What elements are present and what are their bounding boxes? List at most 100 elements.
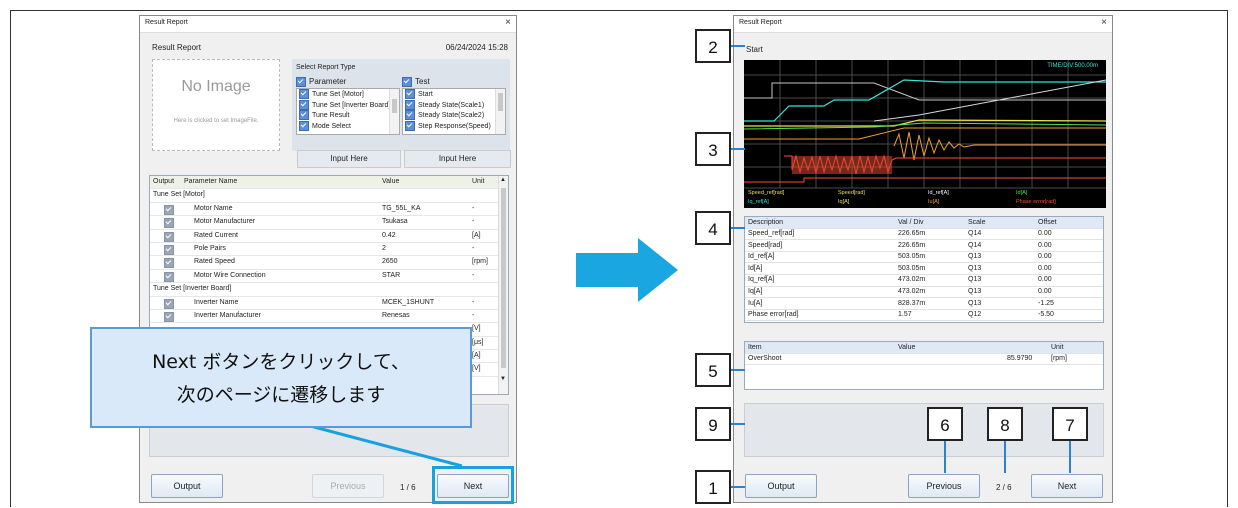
table-row[interactable]: Motor Wire Connection STAR - (150, 270, 508, 284)
table-row[interactable]: Rated Current 0.42 [A] (150, 230, 508, 243)
desc-cell: Speed_ref[rad] (748, 230, 795, 238)
input-here-field-2[interactable]: Input Here (404, 150, 511, 168)
table-row[interactable]: Phase error[rad] 1.57 Q12 -5.50 (745, 310, 1103, 322)
list-item[interactable]: Tune Set [Inverter Board] (297, 99, 399, 111)
test-master-checkbox[interactable]: Test (402, 77, 430, 87)
param-unit: [A] (472, 352, 481, 360)
callout-leader-8 (1004, 441, 1006, 473)
input-here-field-1[interactable]: Input Here (297, 150, 401, 168)
test-label: Test (415, 77, 430, 87)
comment-area[interactable] (744, 403, 1104, 457)
list-item[interactable]: Steady State(Scale2) (403, 110, 505, 121)
callout-number-7: 7 (1052, 407, 1088, 441)
close-icon[interactable]: × (1101, 17, 1107, 28)
scroll-down-icon[interactable]: ▼ (500, 376, 506, 382)
table-row[interactable]: Pole Pairs 2 - (150, 243, 508, 257)
parameter-type-list[interactable]: Tune Set [Motor] Tune Set [Inverter Boar… (296, 88, 400, 135)
previous-button[interactable]: Previous (312, 474, 384, 498)
list-item[interactable]: Start (403, 89, 505, 100)
report-header-label: Result Report (152, 43, 201, 52)
column-header[interactable]: Offset (1038, 219, 1057, 226)
callout-leader-2 (731, 45, 745, 47)
table-row[interactable]: Rated Speed 2650 [rpm] (150, 256, 508, 270)
callout-leader-4 (731, 227, 745, 229)
column-header[interactable]: Parameter Name (184, 178, 237, 185)
table-row[interactable]: Speed[rad] 226.65m Q14 0.00 (745, 240, 1103, 252)
table-scrollbar[interactable]: ▲ ▼ (498, 176, 508, 394)
table-row[interactable]: Id_ref[A] 503.05m Q13 0.00 (745, 252, 1103, 264)
scale-cell: Q13 (968, 253, 982, 261)
column-header[interactable]: Unit (1051, 344, 1063, 351)
table-header: Description Val / Div Scale Offset (745, 217, 1103, 229)
table-group-row: Tune Set [Motor] (150, 189, 508, 203)
close-icon[interactable]: × (505, 17, 511, 28)
val-div-cell: 828.37m (898, 299, 926, 307)
column-header[interactable]: Unit (472, 178, 484, 185)
table-header: Item Value Unit (745, 342, 1103, 354)
offset-cell: 0.00 (1038, 264, 1052, 272)
table-row[interactable]: Inverter Manufacturer Renesas - (150, 310, 508, 324)
output-checkbox[interactable] (164, 271, 174, 282)
output-checkbox[interactable] (164, 218, 174, 229)
column-header[interactable]: Item (748, 344, 762, 351)
param-value: TG_55L_KA (382, 204, 421, 212)
output-button[interactable]: Output (151, 474, 223, 498)
column-header[interactable]: Scale (968, 219, 986, 226)
callout-number-8: 8 (987, 407, 1023, 441)
list-item[interactable]: Tune Set [Motor] (297, 89, 399, 100)
table-row[interactable]: OverShoot 85.9790 [rpm] (745, 354, 1103, 366)
table-row[interactable]: Iu[A] 828.37m Q13 -1.25 (745, 298, 1103, 310)
callout-text-line1: Next ボタンをクリックして、 (152, 351, 410, 373)
table-row[interactable]: Speed_ref[rad] 226.65m Q14 0.00 (745, 229, 1103, 241)
output-checkbox[interactable] (164, 231, 174, 242)
table-row[interactable]: Id[A] 503.05m Q13 0.00 (745, 263, 1103, 275)
legend-id: Id[A] (1016, 190, 1028, 196)
scale-cell: Q14 (968, 241, 982, 249)
group-label: Tune Set [Inverter Board] (153, 285, 232, 293)
scope-waveform: TIME/DIV:500.00m Speed_ref[rad] Speed[ra… (744, 60, 1106, 208)
desc-cell: Iq[A] (748, 288, 763, 296)
scroll-up-icon[interactable]: ▲ (500, 177, 506, 183)
parameter-master-checkbox[interactable]: Parameter (296, 77, 346, 87)
column-header[interactable]: Value (382, 178, 399, 185)
checkbox-icon (405, 99, 415, 110)
table-row[interactable]: Iq_ref[A] 473.02m Q13 0.00 (745, 275, 1103, 287)
scrollbar[interactable] (495, 89, 505, 134)
next-button[interactable]: Next (1031, 474, 1103, 498)
value-cell: 85.9790 (1007, 355, 1033, 363)
callout-number-5: 5 (695, 353, 731, 387)
list-item[interactable]: Mode Select (297, 120, 399, 132)
parameter-label: Parameter (309, 77, 347, 87)
image-placeholder[interactable]: No Image Here is clicked to set ImageFil… (152, 59, 280, 151)
output-button[interactable]: Output (745, 474, 817, 498)
offset-cell: -1.25 (1038, 299, 1054, 307)
test-type-list[interactable]: Start Steady State(Scale1) Steady State(… (402, 88, 506, 135)
output-checkbox[interactable] (164, 204, 174, 215)
output-checkbox[interactable] (164, 244, 174, 255)
offset-cell: 0.00 (1038, 288, 1052, 296)
column-header[interactable]: Output (153, 178, 174, 185)
output-checkbox[interactable] (164, 311, 174, 322)
column-header[interactable]: Val / Div (898, 219, 924, 226)
table-row[interactable]: Inverter Name MCEK_1SHUNT - (150, 297, 508, 310)
column-header[interactable]: Value (898, 344, 915, 351)
scrollbar-thumb[interactable] (501, 188, 506, 368)
param-name: Motor Manufacturer (194, 218, 256, 226)
output-checkbox[interactable] (164, 298, 174, 309)
param-name: Inverter Manufacturer (194, 311, 261, 319)
scrollbar-thumb[interactable] (498, 93, 503, 111)
output-checkbox[interactable] (164, 258, 174, 269)
table-row[interactable]: Motor Name TG_55L_KA - (150, 203, 508, 217)
legend-id-ref: Id_ref[A] (928, 190, 949, 196)
scrollbar-thumb[interactable] (392, 99, 397, 113)
table-row[interactable]: Iq[A] 473.02m Q13 0.00 (745, 287, 1103, 299)
previous-button[interactable]: Previous (908, 474, 980, 498)
legend-speed: Speed[rad] (838, 190, 865, 196)
scrollbar[interactable] (389, 89, 399, 134)
param-name: Rated Current (194, 231, 238, 239)
list-item[interactable]: Steady State(Scale1) (403, 99, 505, 111)
column-header[interactable]: Description (748, 219, 783, 226)
list-item[interactable]: Step Response(Speed) (403, 120, 505, 132)
table-row[interactable]: Motor Manufacturer Tsukasa - (150, 216, 508, 230)
list-item[interactable]: Tune Result (297, 110, 399, 121)
